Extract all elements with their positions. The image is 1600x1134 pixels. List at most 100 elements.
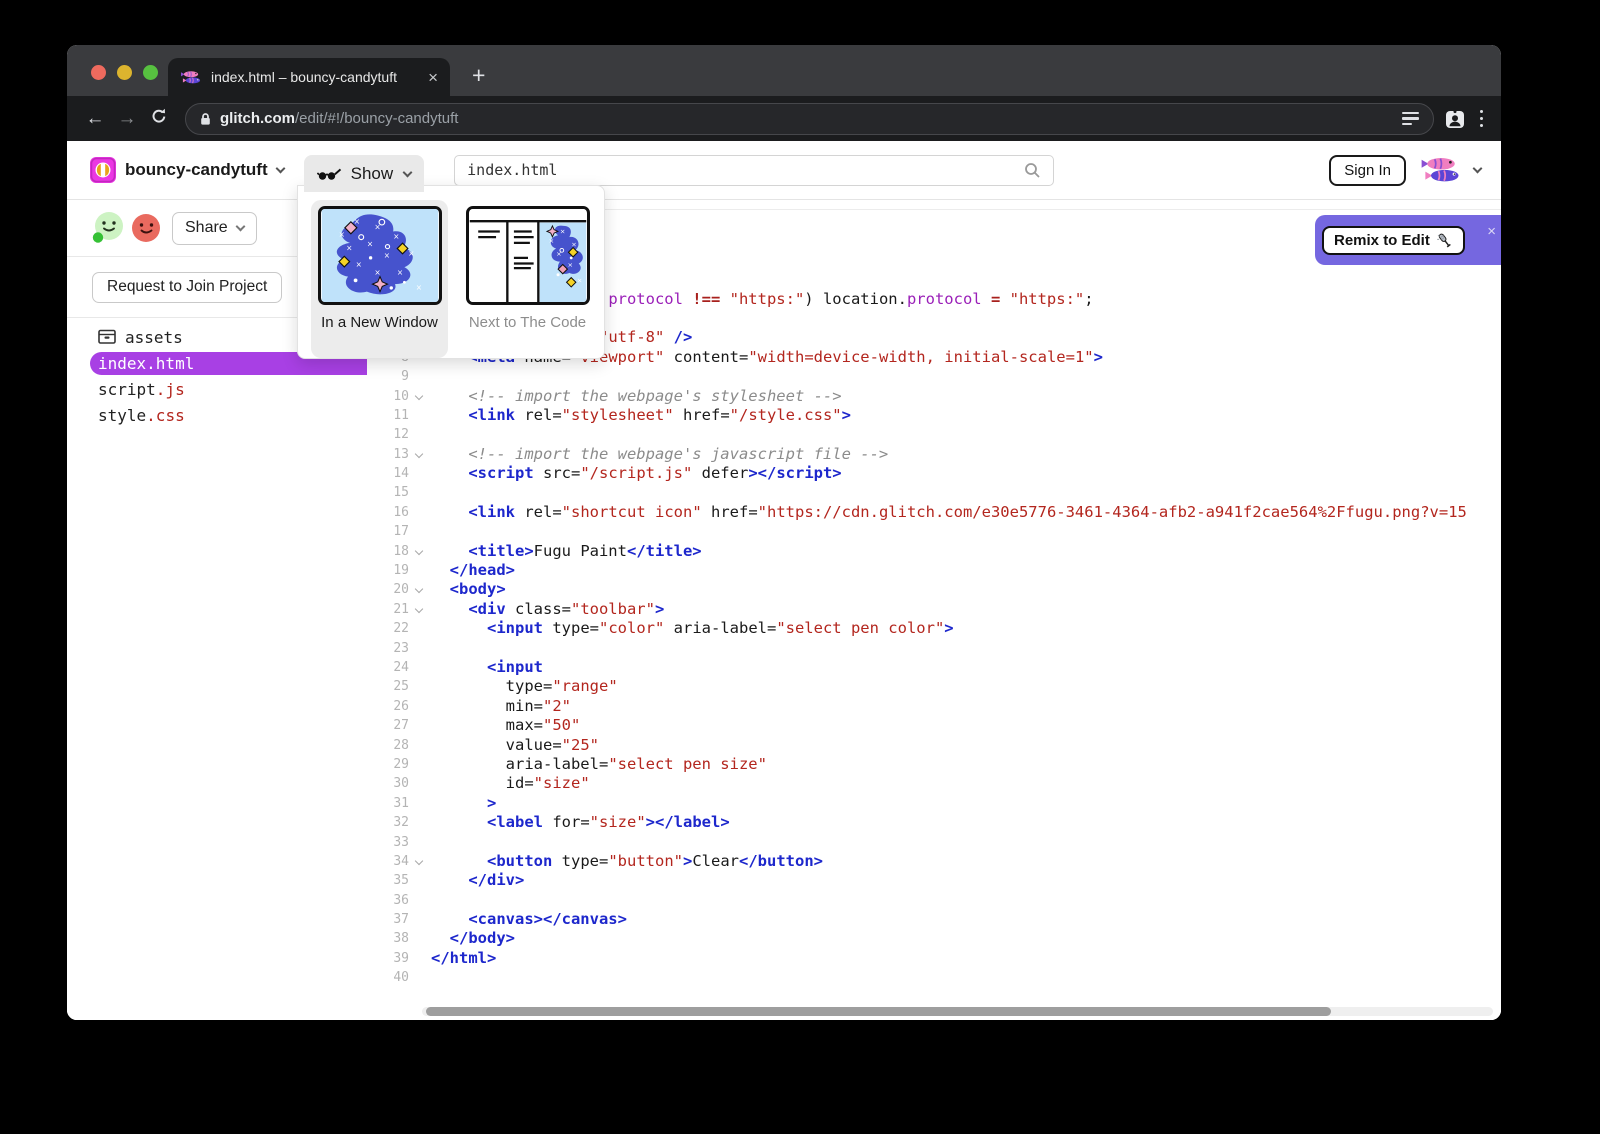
new-tab-button[interactable]: + <box>472 64 485 87</box>
file-item-script-js[interactable]: script.js <box>67 378 367 401</box>
menu-item-next-to-code[interactable]: ××× ××× Next to The Code <box>459 200 596 358</box>
fold-gutter <box>409 483 431 502</box>
code-line[interactable]: 33 <box>367 833 1501 852</box>
line-number: 11 <box>367 406 409 425</box>
line-number: 35 <box>367 871 409 890</box>
member-avatar-green[interactable] <box>90 210 126 246</box>
svg-text:×: × <box>353 217 359 226</box>
line-number: 10 <box>367 387 409 406</box>
line-number: 21 <box>367 600 409 619</box>
fold-chevron-icon[interactable] <box>409 600 431 619</box>
line-number: 32 <box>367 813 409 832</box>
code-line[interactable]: 39</html> <box>367 949 1501 968</box>
file-search-input[interactable] <box>467 161 1024 179</box>
code-line[interactable]: 17 <box>367 522 1501 541</box>
show-button[interactable]: Show <box>304 155 425 192</box>
glitch-logo[interactable] <box>90 157 116 183</box>
code-text <box>431 367 1501 386</box>
project-chevron-down-icon[interactable] <box>275 164 285 174</box>
code-text: <body> <box>431 580 1501 599</box>
reload-glyph <box>150 107 168 125</box>
member-avatar-red[interactable] <box>130 212 162 244</box>
code-line[interactable]: 16 <link rel="shortcut icon" href="https… <box>367 503 1501 522</box>
code-line[interactable]: 25 type="range" <box>367 677 1501 696</box>
tab-close-icon[interactable]: × <box>428 69 438 86</box>
code-line[interactable]: 12 <box>367 425 1501 444</box>
horizontal-scrollbar[interactable] <box>422 1007 1493 1016</box>
code-text: <button type="button">Clear</button> <box>431 852 1501 871</box>
back-icon[interactable]: ← <box>79 108 111 130</box>
browser-tab[interactable]: index.html – bouncy-candytuft × <box>168 58 450 96</box>
code-line[interactable]: 31 > <box>367 794 1501 813</box>
browser-menu-icon[interactable] <box>1480 110 1484 128</box>
line-number: 19 <box>367 561 409 580</box>
share-button[interactable]: Share <box>172 212 257 245</box>
fold-gutter <box>409 716 431 735</box>
line-number: 37 <box>367 910 409 929</box>
avatar-chevron-down-icon[interactable] <box>1473 164 1483 174</box>
code-line[interactable]: 23 <box>367 639 1501 658</box>
code-line[interactable]: 20 <body> <box>367 580 1501 599</box>
project-name[interactable]: bouncy-candytuft <box>125 160 268 180</box>
reader-mode-icon[interactable] <box>1402 112 1419 126</box>
close-window-button[interactable] <box>91 65 106 80</box>
scrollbar-thumb[interactable] <box>426 1007 1331 1016</box>
reload-icon[interactable] <box>143 107 175 131</box>
code-line[interactable]: 22 <input type="color" aria-label="selec… <box>367 619 1501 638</box>
fold-chevron-icon[interactable] <box>409 542 431 561</box>
code-line[interactable]: 38 </body> <box>367 929 1501 948</box>
file-ext: .js <box>156 380 185 399</box>
code-line[interactable]: 35 </div> <box>367 871 1501 890</box>
code-line[interactable]: 24 <input <box>367 658 1501 677</box>
fold-chevron-icon[interactable] <box>409 445 431 464</box>
code-line[interactable]: 11 <link rel="stylesheet" href="/style.c… <box>367 406 1501 425</box>
code-line[interactable]: 40 <box>367 968 1501 987</box>
svg-text:×: × <box>571 241 577 249</box>
code-text <box>431 639 1501 658</box>
minimize-window-button[interactable] <box>117 65 132 80</box>
code-text: <input type="color" aria-label="select p… <box>431 619 1501 638</box>
file-search[interactable] <box>454 155 1054 186</box>
code-line[interactable]: 21 <div class="toolbar"> <box>367 600 1501 619</box>
code-line[interactable]: 34 <button type="button">Clear</button> <box>367 852 1501 871</box>
remix-to-edit-button[interactable]: Remix to Edit <box>1322 226 1465 255</box>
code-line[interactable]: 10 <!-- import the webpage's stylesheet … <box>367 387 1501 406</box>
code-line[interactable]: 32 <label for="size"></label> <box>367 813 1501 832</box>
code-line[interactable]: 14 <script src="/script.js" defer></scri… <box>367 464 1501 483</box>
fold-chevron-icon[interactable] <box>409 580 431 599</box>
line-number: 9 <box>367 367 409 386</box>
address-bar[interactable]: glitch.com/edit/#!/bouncy-candytuft <box>185 103 1434 135</box>
request-to-join-button[interactable]: Request to Join Project <box>92 272 282 303</box>
code-line[interactable]: 18 <title>Fugu Paint</title> <box>367 542 1501 561</box>
code-line[interactable]: 28 value="25" <box>367 736 1501 755</box>
profile-badge-icon[interactable] <box>1444 108 1466 130</box>
code-line[interactable]: 29 aria-label="select pen size" <box>367 755 1501 774</box>
banner-close-icon[interactable]: × <box>1487 223 1496 240</box>
fold-gutter <box>409 813 431 832</box>
fold-gutter <box>409 619 431 638</box>
forward-icon[interactable]: → <box>111 108 143 130</box>
code-line[interactable]: 30 id="size" <box>367 774 1501 793</box>
fold-chevron-icon[interactable] <box>409 387 431 406</box>
fold-gutter <box>409 929 431 948</box>
fold-gutter <box>409 774 431 793</box>
code-line[interactable]: 26 min="2" <box>367 697 1501 716</box>
code-line[interactable]: 36 <box>367 891 1501 910</box>
code-line[interactable]: 37 <canvas></canvas> <box>367 910 1501 929</box>
code-line[interactable]: 9 <box>367 367 1501 386</box>
code-text <box>431 483 1501 502</box>
line-number: 24 <box>367 658 409 677</box>
code-line[interactable]: 27 max="50" <box>367 716 1501 735</box>
code-line[interactable]: 13 <!-- import the webpage's javascript … <box>367 445 1501 464</box>
code-text: > <box>431 794 1501 813</box>
lock-icon <box>200 112 211 126</box>
line-number: 18 <box>367 542 409 561</box>
code-line[interactable]: 19 </head> <box>367 561 1501 580</box>
menu-item-new-window[interactable]: ××× ××× ××× ××× In a New Window <box>311 200 448 358</box>
code-line[interactable]: 15 <box>367 483 1501 502</box>
sign-in-button[interactable]: Sign In <box>1329 155 1406 186</box>
maximize-window-button[interactable] <box>143 65 158 80</box>
user-avatar-fish[interactable] <box>1419 155 1463 185</box>
file-item-style-css[interactable]: style.css <box>67 404 367 427</box>
fold-chevron-icon[interactable] <box>409 852 431 871</box>
